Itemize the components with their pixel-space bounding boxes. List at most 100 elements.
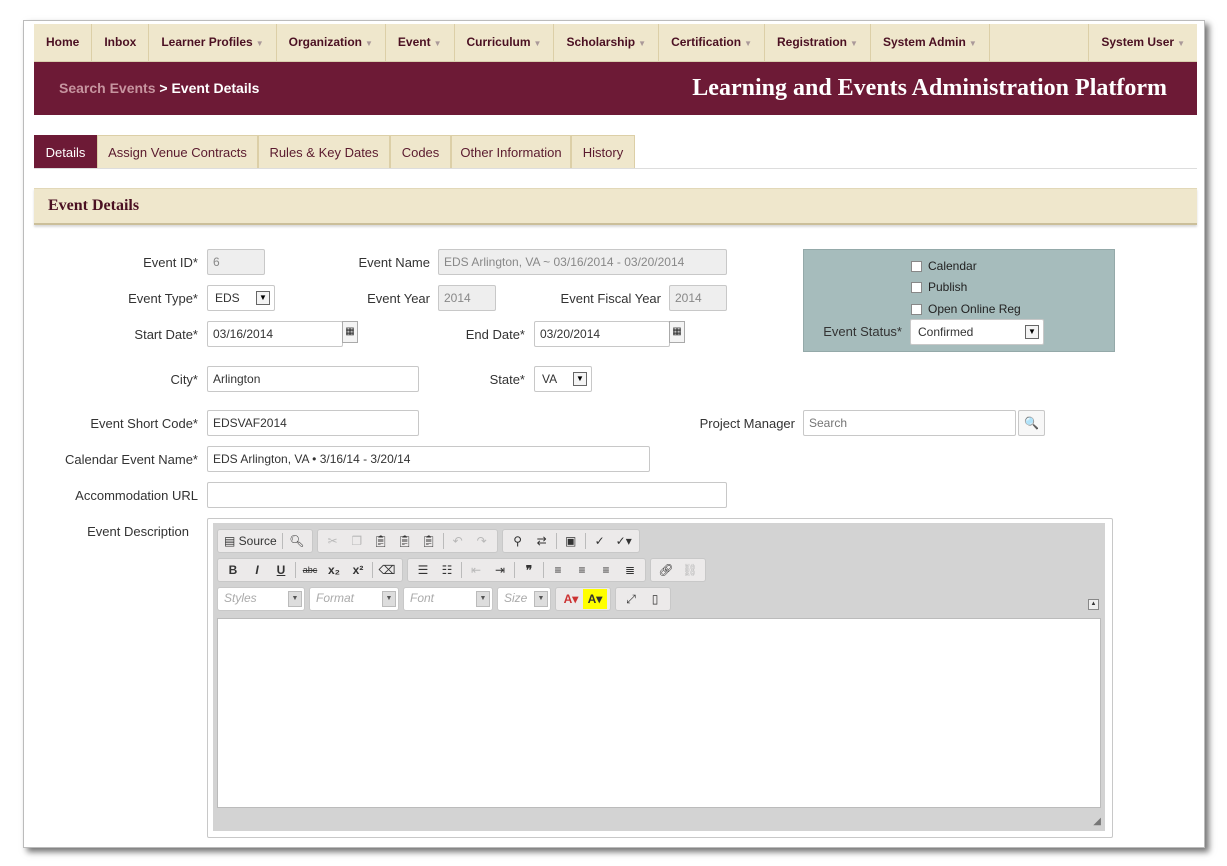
preview-icon[interactable]: 🔍︎ [285,531,309,551]
tab-other-information[interactable]: Other Information [451,135,571,168]
cut-icon[interactable]: ✂ [321,531,345,551]
toolbar-separator [295,562,296,578]
indent-icon[interactable]: ⇥ [488,560,512,580]
find-icon[interactable]: ⚲ [506,531,530,551]
align-justify-icon[interactable]: ≣ [618,560,642,580]
toolbar-group-links: 🔗︎ ⛓ [650,558,706,582]
spellcheck-as-you-type-icon[interactable]: ✓▾ [612,531,636,551]
nav-item-system-user[interactable]: System User ▼ [1089,24,1197,61]
numbered-list-icon[interactable]: ☰ [411,560,435,580]
replace-icon[interactable]: ⇄ [530,531,554,551]
source-label: Source [238,534,277,548]
show-blocks-icon[interactable]: ▯ [643,589,667,609]
tab-history[interactable]: History [571,135,635,168]
format-combo[interactable]: Format ▼ [309,587,399,611]
editor-toolbar-row-3: Styles ▼ Format ▼ Font ▼ Size ▼ A▾ A▾ ⤢ ▯ [217,587,675,611]
nav-item-certification[interactable]: Certification ▼ [659,24,765,61]
short-code-label: Event Short Code* [90,416,198,431]
select-all-icon[interactable]: ▣ [559,531,583,551]
remove-format-icon[interactable]: ⌫ [375,560,399,580]
editor-toolbar-row-1: ▤ Source 🔍︎ ✂ ❐ 📋︎ 📋︎ 📋︎ ↶ ↷ ⚲ ⇄ ▣ ✓ ✓▾ [217,529,644,553]
superscript-icon[interactable]: x² [346,560,370,580]
event-name-field[interactable]: EDS Arlington, VA ~ 03/16/2014 - 03/20/2… [438,249,727,275]
nav-item-organization[interactable]: Organization ▼ [277,24,386,61]
nav-item-label: Learner Profiles [161,35,253,49]
chevron-down-icon: ▼ [382,591,396,607]
spellcheck-icon[interactable]: ✓ [588,531,612,551]
nav-item-scholarship[interactable]: Scholarship ▼ [554,24,660,61]
state-select[interactable]: VA ▼ [534,366,592,392]
tab-codes[interactable]: Codes [390,135,451,168]
paste-text-icon[interactable]: 📋︎ [393,531,417,551]
event-fiscal-year-field[interactable]: 2014 [669,285,727,311]
blockquote-icon[interactable]: ❞ [517,560,541,580]
tab-rules-key-dates[interactable]: Rules & Key Dates [258,135,390,168]
accommodation-url-field[interactable] [207,482,727,508]
italic-icon[interactable]: I [245,560,269,580]
toolbar-separator [514,562,515,578]
breadcrumb-search-events-link[interactable]: Search Events [59,80,156,96]
text-color-icon[interactable]: A▾ [559,589,583,609]
nav-item-learner-profiles[interactable]: Learner Profiles ▼ [149,24,277,61]
align-right-icon[interactable]: ≡ [594,560,618,580]
maximize-icon[interactable]: ⤢ [619,589,643,609]
styles-combo[interactable]: Styles ▼ [217,587,305,611]
calendar-icon[interactable]: ▦ [342,321,358,343]
event-id-field[interactable]: 6 [207,249,265,275]
nav-item-curriculum[interactable]: Curriculum ▼ [455,24,555,61]
nav-item-event[interactable]: Event ▼ [386,24,455,61]
source-button[interactable]: ▤ Source [221,531,280,551]
nav-item-inbox[interactable]: Inbox [92,24,150,61]
font-combo[interactable]: Font ▼ [403,587,493,611]
paste-word-icon[interactable]: 📋︎ [417,531,441,551]
search-icon[interactable]: 🔍 [1018,410,1045,436]
calendar-icon[interactable]: ▦ [669,321,685,343]
nav-item-system-admin[interactable]: System Admin ▼ [871,24,990,61]
nav-item-home[interactable]: Home [34,24,93,61]
paste-icon[interactable]: 📋︎ [369,531,393,551]
project-manager-search-input[interactable] [803,410,1016,436]
collapse-toolbar-icon[interactable]: ▲ [1088,599,1099,610]
end-date-label: End Date* [465,327,525,342]
open-online-reg-checkbox[interactable] [911,304,922,315]
event-year-field[interactable]: 2014 [438,285,496,311]
outdent-icon[interactable]: ⇤ [464,560,488,580]
tab-details[interactable]: Details [34,135,97,168]
bold-icon[interactable]: B [221,560,245,580]
city-label: City* [170,372,198,387]
chevron-down-icon: ▼ [968,39,977,48]
calendar-checkbox[interactable] [911,261,922,272]
publish-checkbox[interactable] [911,282,922,293]
bulleted-list-icon[interactable]: ☷ [435,560,459,580]
copy-icon[interactable]: ❐ [345,531,369,551]
tab-assign-venue-contracts[interactable]: Assign Venue Contracts [97,135,258,168]
chevron-down-icon: ▼ [850,39,858,48]
state-value: VA [542,372,558,386]
align-center-icon[interactable]: ≡ [570,560,594,580]
event-status-label: Event Status* [823,324,902,339]
redo-icon[interactable]: ↷ [470,531,494,551]
nav-item-label: Curriculum [466,35,531,49]
event-status-select[interactable]: Confirmed ▼ [910,319,1044,345]
unlink-icon[interactable]: ⛓ [678,560,702,580]
event-type-select[interactable]: EDS ▼ [207,285,275,311]
undo-icon[interactable]: ↶ [446,531,470,551]
subscript-icon[interactable]: x₂ [322,560,346,580]
start-date-label: Start Date* [134,327,198,342]
short-code-field[interactable]: EDSVAF2014 [207,410,419,436]
resize-handle-icon[interactable]: ◢ [1093,816,1101,827]
align-left-icon[interactable]: ≡ [546,560,570,580]
breadcrumb-separator: > [159,80,168,96]
strikethrough-icon[interactable]: abc [298,560,322,580]
link-icon[interactable]: 🔗︎ [654,560,678,580]
calendar-event-name-label: Calendar Event Name* [65,452,198,467]
start-date-field[interactable]: 03/16/2014 [207,321,343,347]
background-color-icon[interactable]: A▾ [583,589,607,609]
nav-item-registration[interactable]: Registration ▼ [765,24,871,61]
end-date-field[interactable]: 03/20/2014 [534,321,670,347]
calendar-event-name-field[interactable]: EDS Arlington, VA • 3/16/14 - 3/20/14 [207,446,650,472]
city-field[interactable]: Arlington [207,366,419,392]
underline-icon[interactable]: U [269,560,293,580]
size-combo[interactable]: Size ▼ [497,587,551,611]
editor-content-area[interactable] [217,618,1101,808]
